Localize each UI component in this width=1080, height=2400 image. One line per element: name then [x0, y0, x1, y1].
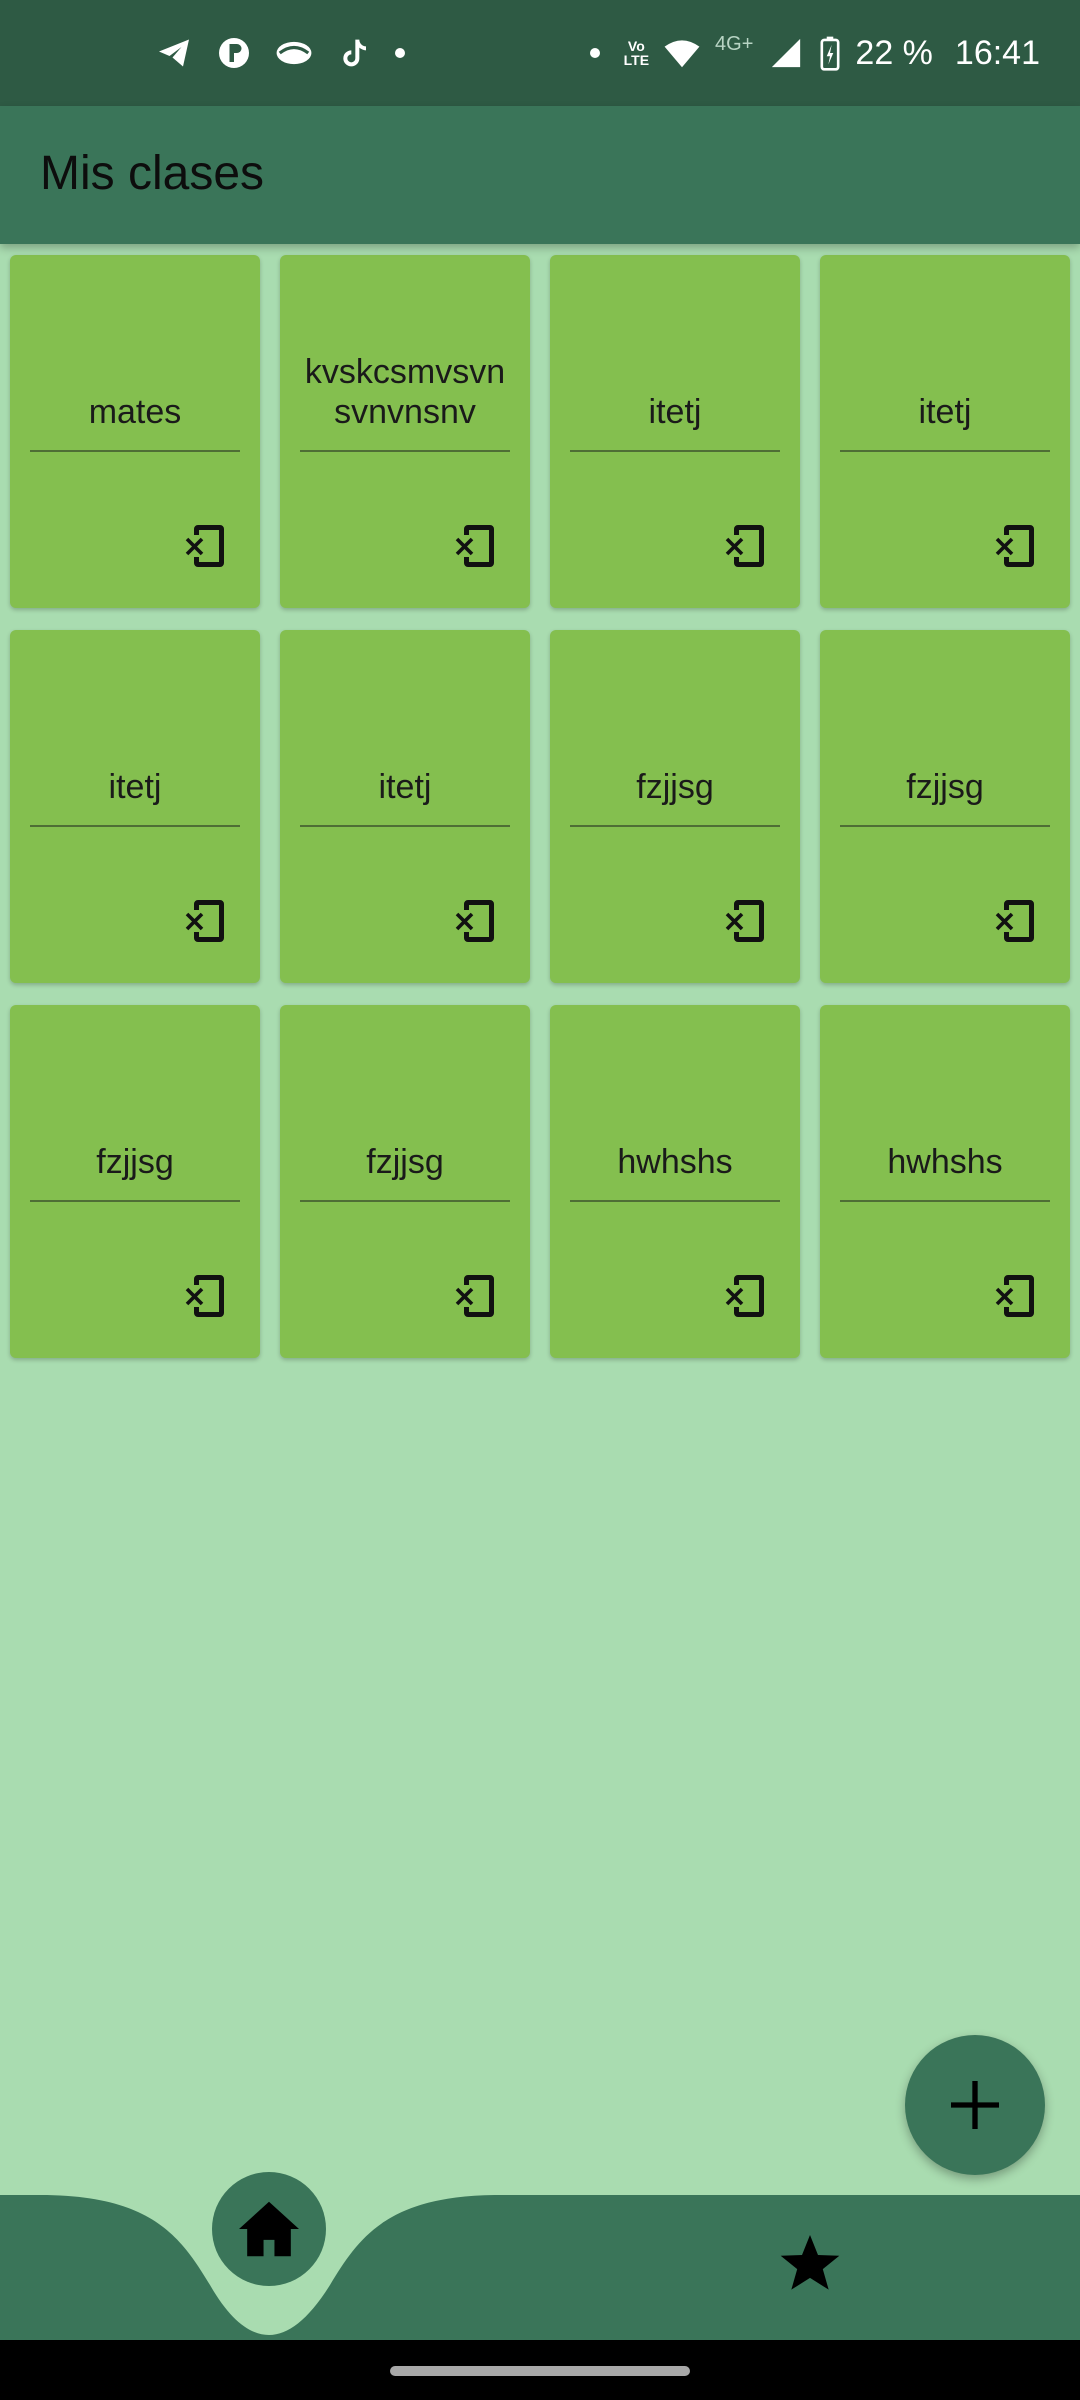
system-icons: Vo LTE 4G+ 22 % 16:41 — [589, 28, 1040, 78]
notification-icons — [155, 28, 405, 78]
app-notification-icon — [215, 34, 253, 72]
phonelink-erase-icon[interactable] — [452, 1270, 500, 1322]
class-name: fzjjsg — [570, 767, 780, 827]
telegram-icon — [155, 34, 193, 72]
app-bar: Mis clases — [0, 106, 1080, 244]
wifi-icon — [663, 34, 701, 72]
class-name: fzjjsg — [30, 1142, 240, 1202]
class-card[interactable]: itetj — [10, 630, 260, 983]
phonelink-erase-icon[interactable] — [452, 520, 500, 572]
class-name: fzjjsg — [300, 1142, 510, 1202]
class-name: itetj — [570, 392, 780, 452]
status-bar: Vo LTE 4G+ 22 % 16:41 — [0, 0, 1080, 106]
class-card[interactable]: kvskcsmvsvn svnvnsnv — [280, 255, 530, 608]
phonelink-erase-icon[interactable] — [992, 1270, 1040, 1322]
phonelink-erase-icon[interactable] — [182, 520, 230, 572]
phonelink-erase-icon[interactable] — [722, 520, 770, 572]
phonelink-erase-icon[interactable] — [722, 895, 770, 947]
star-icon — [780, 2235, 840, 2290]
class-card[interactable]: fzjjsg — [550, 630, 800, 983]
eye-app-icon — [275, 34, 313, 72]
class-name: hwhshs — [840, 1142, 1050, 1202]
phonelink-erase-icon[interactable] — [992, 520, 1040, 572]
phonelink-erase-icon[interactable] — [182, 895, 230, 947]
class-name: itetj — [840, 392, 1050, 452]
class-name: hwhshs — [570, 1142, 780, 1202]
phonelink-erase-icon[interactable] — [992, 895, 1040, 947]
add-icon — [951, 2081, 999, 2129]
page-title: Mis clases — [40, 147, 265, 200]
classes-grid: mates kvskcsmvsvn svnvnsnv itetj itetj itetj… — [10, 255, 1070, 1358]
network-type: 4G+ — [715, 32, 754, 55]
more-notifications-dot-icon — [395, 48, 405, 58]
nav-home-button[interactable] — [212, 2172, 326, 2286]
class-card[interactable]: itetj — [550, 255, 800, 608]
phonelink-erase-icon[interactable] — [452, 895, 500, 947]
class-card[interactable]: fzjjsg — [280, 1005, 530, 1358]
add-class-button[interactable] — [905, 2035, 1045, 2175]
indicator-dot-icon — [589, 48, 600, 58]
class-card[interactable]: hwhshs — [820, 1005, 1070, 1358]
class-name: itetj — [300, 767, 510, 827]
bottom-navigation — [0, 2195, 1080, 2340]
tiktok-icon — [335, 34, 373, 72]
class-name: kvskcsmvsvn svnvnsnv — [300, 352, 510, 452]
battery-level: 22 % — [855, 33, 933, 72]
home-icon — [239, 2201, 299, 2257]
battery-charging-icon — [819, 34, 841, 72]
gesture-home-indicator[interactable] — [390, 2366, 690, 2376]
class-name: mates — [30, 392, 240, 452]
nav-favorites-button[interactable] — [775, 2228, 845, 2298]
signal-icon — [767, 34, 805, 72]
class-card[interactable]: itetj — [820, 255, 1070, 608]
phonelink-erase-icon[interactable] — [722, 1270, 770, 1322]
phonelink-erase-icon[interactable] — [182, 1270, 230, 1322]
volte-icon: Vo LTE — [623, 38, 650, 68]
clock: 16:41 — [954, 33, 1040, 72]
class-card[interactable]: fzjjsg — [820, 630, 1070, 983]
class-name: itetj — [30, 767, 240, 827]
class-card[interactable]: mates — [10, 255, 260, 608]
class-card[interactable]: hwhshs — [550, 1005, 800, 1358]
class-card[interactable]: itetj — [280, 630, 530, 983]
class-card[interactable]: fzjjsg — [10, 1005, 260, 1358]
class-name: fzjjsg — [840, 767, 1050, 827]
